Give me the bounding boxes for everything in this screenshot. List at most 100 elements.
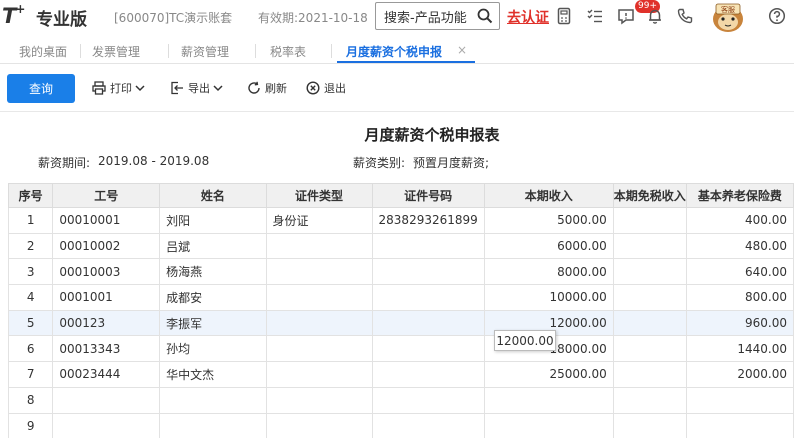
- table-row[interactable]: 5 000123 李振军 12000.00 960.00: [7, 309, 794, 337]
- column-header-seq[interactable]: 序号: [7, 183, 54, 208]
- tab-close-icon[interactable]: ×: [457, 43, 467, 57]
- cell-name[interactable]: 华中文杰: [159, 361, 267, 388]
- cell-id-type[interactable]: [265, 361, 373, 388]
- print-button[interactable]: 打印: [92, 80, 149, 96]
- cell-id-number[interactable]: [371, 232, 485, 260]
- cell-employee-id[interactable]: [52, 386, 161, 414]
- cell-pension-insurance[interactable]: 480.00: [685, 232, 794, 260]
- table-row[interactable]: 7 00023444 华中文杰 25000.00 2000.00: [7, 361, 794, 388]
- cell-id-type[interactable]: [265, 335, 373, 363]
- cell-employee-id[interactable]: 00013343: [52, 335, 161, 363]
- column-header-income[interactable]: 本期收入: [483, 183, 614, 208]
- certify-link[interactable]: 去认证: [507, 7, 549, 27]
- cell-id-number[interactable]: [371, 361, 485, 388]
- cell-income[interactable]: 8000.00: [483, 258, 614, 286]
- cell-income[interactable]: 6000.00: [483, 232, 614, 260]
- cell-name[interactable]: 孙均: [159, 335, 267, 363]
- table-row[interactable]: 1 00010001 刘阳 身份证 2838293261899 5000.00 …: [7, 207, 794, 234]
- bell-icon[interactable]: [646, 7, 664, 25]
- cell-income[interactable]: 25000.00: [483, 361, 614, 388]
- tab-invoice-management[interactable]: 发票管理: [92, 43, 140, 60]
- cell-id-number[interactable]: [371, 386, 485, 414]
- calculator-icon[interactable]: [555, 7, 573, 25]
- tab-salary-management[interactable]: 薪资管理: [181, 43, 229, 60]
- cell-income[interactable]: 5000.00: [483, 207, 614, 234]
- cell-name[interactable]: [159, 412, 267, 438]
- cell-id-number[interactable]: [371, 335, 485, 363]
- help-icon[interactable]: [768, 7, 786, 25]
- cell-tax-free-income[interactable]: [612, 284, 687, 311]
- column-header-id-number[interactable]: 证件号码: [371, 183, 485, 208]
- cell-tax-free-income[interactable]: [612, 309, 687, 337]
- query-button[interactable]: 查询: [7, 74, 75, 103]
- cell-pension-insurance[interactable]: 2000.00: [685, 361, 794, 388]
- cell-id-number[interactable]: [371, 412, 485, 438]
- cell-employee-id[interactable]: 000123: [52, 309, 161, 337]
- account-name[interactable]: [600070]TC演示账套: [114, 9, 232, 26]
- cell-tax-free-income[interactable]: [612, 207, 687, 234]
- cell-name[interactable]: 杨海燕: [159, 258, 267, 286]
- column-header-tax-free-income[interactable]: 本期免税收入: [612, 183, 687, 208]
- cell-tax-free-income[interactable]: [612, 335, 687, 363]
- cell-id-type[interactable]: 身份证: [265, 207, 373, 234]
- table-row[interactable]: 4 0001001 成都安 10000.00 800.00: [7, 284, 794, 311]
- table-row[interactable]: 9: [7, 412, 794, 438]
- column-header-pension-insurance[interactable]: 基本养老保险费: [685, 183, 794, 208]
- cell-name[interactable]: 吕斌: [159, 232, 267, 260]
- exit-button[interactable]: 退出: [306, 80, 346, 96]
- cell-tax-free-income[interactable]: [612, 386, 687, 414]
- cell-pension-insurance[interactable]: 800.00: [685, 284, 794, 311]
- cell-employee-id[interactable]: 00010002: [52, 232, 161, 260]
- phone-icon[interactable]: [676, 7, 694, 25]
- cell-id-type[interactable]: [265, 284, 373, 311]
- cell-pension-insurance[interactable]: 640.00: [685, 258, 794, 286]
- cell-employee-id[interactable]: 0001001: [52, 284, 161, 311]
- cell-tax-free-income[interactable]: [612, 258, 687, 286]
- search-input[interactable]: 搜索-产品功能: [375, 2, 500, 30]
- table-row[interactable]: 8: [7, 386, 794, 414]
- cell-name[interactable]: [159, 386, 267, 414]
- cell-id-number[interactable]: [371, 309, 485, 337]
- table-row[interactable]: 3 00010003 杨海燕 8000.00 640.00: [7, 258, 794, 286]
- cell-id-number[interactable]: [371, 284, 485, 311]
- column-header-employee-id[interactable]: 工号: [52, 183, 161, 208]
- cell-id-type[interactable]: [265, 258, 373, 286]
- cell-id-type[interactable]: [265, 309, 373, 337]
- search-icon[interactable]: [477, 8, 493, 24]
- cell-employee-id[interactable]: 00010003: [52, 258, 161, 286]
- cell-name[interactable]: 刘阳: [159, 207, 267, 234]
- cell-name[interactable]: 李振军: [159, 309, 267, 337]
- cell-pension-insurance[interactable]: 1440.00: [685, 335, 794, 363]
- cell-employee-id[interactable]: 00023444: [52, 361, 161, 388]
- column-header-id-type[interactable]: 证件类型: [265, 183, 373, 208]
- task-list-icon[interactable]: [586, 7, 604, 25]
- cell-income[interactable]: [483, 412, 614, 438]
- cell-id-type[interactable]: [265, 232, 373, 260]
- cell-tax-free-income[interactable]: [612, 361, 687, 388]
- cell-name[interactable]: 成都安: [159, 284, 267, 311]
- cell-income[interactable]: 10000.00: [483, 284, 614, 311]
- cell-pension-insurance[interactable]: [685, 386, 794, 414]
- cell-id-type[interactable]: [265, 412, 373, 438]
- refresh-button[interactable]: 刷新: [247, 80, 287, 96]
- table-row[interactable]: 6 00013343 孙均 18000.00 1440.00: [7, 335, 794, 363]
- cell-id-number[interactable]: 2838293261899: [371, 207, 485, 234]
- tab-my-desktop[interactable]: 我的桌面: [19, 43, 67, 60]
- cell-pension-insurance[interactable]: 960.00: [685, 309, 794, 337]
- cell-tax-free-income[interactable]: [612, 232, 687, 260]
- table-row[interactable]: 2 00010002 吕斌 6000.00 480.00: [7, 232, 794, 260]
- cell-employee-id[interactable]: 00010001: [52, 207, 161, 234]
- message-icon[interactable]: [617, 7, 635, 25]
- cell-id-type[interactable]: [265, 386, 373, 414]
- cell-employee-id[interactable]: [52, 412, 161, 438]
- tab-tax-rate-table[interactable]: 税率表: [270, 43, 306, 60]
- cell-pension-insurance[interactable]: [685, 412, 794, 438]
- cell-tax-free-income[interactable]: [612, 412, 687, 438]
- cell-id-number[interactable]: [371, 258, 485, 286]
- customer-service-mascot-icon[interactable]: 客服: [703, 1, 753, 33]
- column-header-name[interactable]: 姓名: [159, 183, 267, 208]
- export-button[interactable]: 导出: [170, 80, 227, 96]
- cell-pension-insurance[interactable]: 400.00: [685, 207, 794, 234]
- cell-income[interactable]: [483, 386, 614, 414]
- tab-monthly-salary-tax-declaration[interactable]: 月度薪资个税申报: [346, 43, 442, 60]
